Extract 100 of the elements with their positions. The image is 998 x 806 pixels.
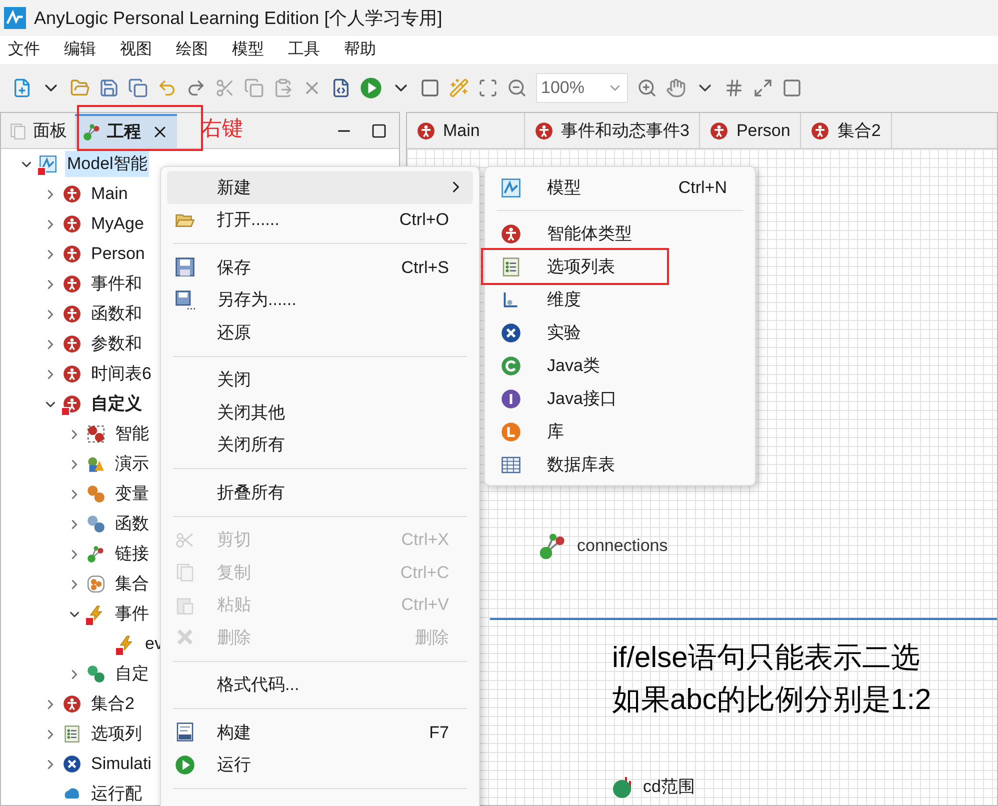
hand-icon[interactable]	[666, 78, 686, 98]
save-icon	[175, 257, 195, 278]
zoom-fit-icon[interactable]	[478, 78, 498, 98]
context-menu-item[interactable]: 新建	[167, 171, 473, 204]
event-icon	[117, 635, 135, 653]
context-menu-item[interactable]: 关闭	[167, 364, 473, 396]
connections-label: connections	[577, 535, 668, 558]
panel-tab[interactable]: 工程	[75, 114, 177, 148]
new-model-icon[interactable]	[12, 78, 32, 98]
tree-item[interactable]: 事件和	[89, 271, 144, 297]
zoom-in-icon[interactable]	[637, 78, 657, 98]
context-menu-item[interactable]: 保存 Ctrl+S	[167, 251, 473, 284]
agent-icon	[63, 245, 81, 263]
menu-item[interactable]: 视图	[118, 38, 154, 62]
context-menu-item[interactable]: 另存为......	[167, 284, 473, 316]
editor-tab[interactable]: Main	[407, 113, 525, 148]
tree-item[interactable]: 时间表6	[89, 361, 154, 387]
tree-item[interactable]: 智能	[113, 421, 151, 447]
agents-icon	[87, 425, 105, 443]
menu-item[interactable]: 文件	[6, 38, 42, 62]
context-menu-item[interactable]: 还原	[167, 316, 473, 348]
context-menu-item[interactable]: 格式代码...	[167, 668, 473, 701]
tree-item[interactable]: 选项列	[89, 721, 144, 747]
menu-item[interactable]: 帮助	[342, 38, 378, 62]
tree-item[interactable]: 自定义	[89, 391, 144, 417]
agent-icon	[417, 122, 435, 140]
editor-tab[interactable]: 集合2	[801, 113, 892, 148]
param-icon	[87, 665, 105, 683]
submenu-item[interactable]: 库	[493, 415, 747, 448]
tree-item[interactable]: Person	[89, 241, 147, 267]
editor-tab[interactable]: 事件和动态事件3	[525, 113, 700, 148]
submenu-item[interactable]: Java类	[493, 349, 747, 382]
redo-icon[interactable]	[186, 78, 206, 98]
delete-icon	[175, 627, 195, 648]
zoom-out-icon[interactable]	[507, 78, 527, 98]
agent-icon	[63, 185, 81, 203]
tree-item[interactable]: 自定	[113, 661, 151, 687]
grid-icon[interactable]	[724, 78, 744, 98]
window-title: AnyLogic Personal Learning Edition [个人学习专用]	[34, 6, 442, 30]
panel-tab[interactable]: 面板	[1, 114, 75, 148]
javainterface-icon	[501, 388, 521, 408]
context-menu-item[interactable]: 打开...... Ctrl+O	[167, 204, 473, 236]
tree-item[interactable]: 集合2	[89, 691, 136, 717]
build-icon[interactable]	[331, 78, 351, 98]
context-menu-item[interactable]: 关闭其他	[167, 396, 473, 428]
tree-item[interactable]: MyAge	[89, 211, 146, 237]
snap-icon[interactable]	[753, 78, 773, 98]
submenu-item[interactable]: 模型 Ctrl+N	[493, 171, 747, 204]
save-icon[interactable]	[99, 78, 119, 98]
save-all-icon[interactable]	[128, 78, 148, 98]
menu-item[interactable]: 绘图	[174, 38, 210, 62]
tree-item[interactable]: 参数和	[89, 331, 144, 357]
presentation-icon	[87, 455, 105, 473]
tree-item[interactable]: 函数和	[89, 301, 144, 327]
build-icon	[175, 722, 195, 742]
menu-item[interactable]: 模型	[230, 38, 266, 62]
agent-icon	[811, 122, 830, 140]
app-logo-icon	[4, 7, 26, 29]
maximize-icon[interactable]	[371, 123, 387, 139]
submenu-item[interactable]: 智能体类型	[493, 217, 747, 250]
agent-icon	[63, 335, 81, 353]
menu-item[interactable]: 工具	[286, 38, 322, 62]
tree-item[interactable]: 运行配	[89, 781, 144, 806]
shape-icon[interactable]	[782, 78, 802, 98]
editor-tab[interactable]: Person	[700, 113, 802, 148]
submenu-item[interactable]: 维度	[493, 283, 747, 316]
context-menu-item[interactable]: 运行	[167, 748, 473, 781]
run-icon[interactable]	[360, 77, 382, 99]
submenu-item[interactable]: 实验	[493, 316, 747, 349]
zoom-field[interactable]: 100%	[536, 73, 628, 103]
context-menu-item[interactable]: 折叠所有	[167, 476, 473, 508]
tree-item[interactable]: Simulati	[89, 751, 154, 777]
error-badge-icon	[115, 647, 124, 656]
collection-icon	[87, 575, 105, 593]
copy-icon	[175, 562, 195, 582]
tree-item[interactable]: 集合	[113, 571, 151, 597]
submenu-item[interactable]: 选项列表	[483, 250, 667, 283]
menu-item[interactable]: 编辑	[62, 38, 98, 62]
tree-item[interactable]: 变量	[113, 481, 151, 507]
agent-icon	[63, 215, 81, 233]
submenu-item[interactable]: 数据库表	[493, 448, 747, 481]
context-menu-item[interactable]: 关闭所有	[167, 428, 473, 461]
open-icon[interactable]	[70, 78, 90, 98]
experiment-icon	[501, 322, 521, 342]
error-badge-icon	[61, 407, 70, 416]
tree-item[interactable]: 演示	[113, 451, 151, 477]
tree-item[interactable]: 链接	[113, 541, 151, 567]
agent-icon	[63, 305, 81, 323]
agent-icon	[63, 275, 81, 293]
agent-icon	[535, 122, 553, 140]
context-menu-item[interactable]: 构建 F7	[167, 716, 473, 748]
stop-icon[interactable]	[420, 78, 440, 98]
tree-item[interactable]: Model智能	[65, 151, 150, 177]
error-badge-icon	[85, 617, 94, 626]
tree-item[interactable]: 函数	[113, 511, 151, 537]
link-icon	[87, 545, 105, 563]
tree-item[interactable]: Main	[89, 181, 130, 207]
library-icon	[501, 422, 521, 442]
submenu-item[interactable]: Java接口	[493, 382, 747, 415]
tree-item[interactable]: 事件	[113, 601, 151, 627]
